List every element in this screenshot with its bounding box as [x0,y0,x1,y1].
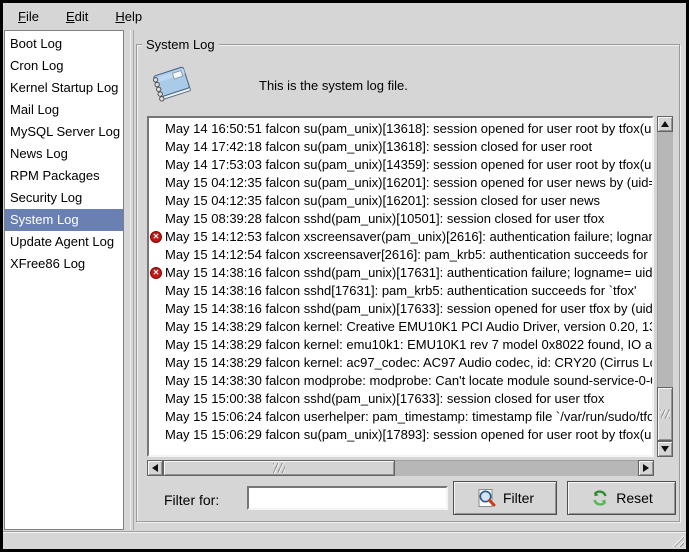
log-text: May 15 14:38:29 falcon kernel: ac97_code… [165,355,654,370]
sidebar-item-boot-log[interactable]: Boot Log [5,33,123,55]
log-row[interactable]: May 15 14:38:30 falcon modprobe: modprob… [149,372,652,390]
reset-button[interactable]: Reset [567,481,676,515]
log-viewer-window: File Edit Help Boot Log Cron Log Kernel … [0,0,689,552]
menu-help[interactable]: Help [108,6,149,27]
right-arrow-icon [643,464,649,472]
menubar: File Edit Help [3,3,686,29]
left-arrow-icon [152,464,158,472]
status-bar [3,531,686,549]
log-row[interactable]: May 15 14:12:54 falcon xscreensaver[2616… [149,246,652,264]
log-text: May 15 15:06:24 falcon userhelper: pam_t… [165,409,654,424]
log-row[interactable]: May 15 14:38:16 falcon sshd(pam_unix)[17… [149,264,652,282]
sidebar-item-kernel-startup-log[interactable]: Kernel Startup Log [5,77,123,99]
reset-button-label: Reset [616,490,653,506]
log-text: May 15 15:06:29 falcon su(pam_unix)[1789… [165,427,654,442]
filter-label: Filter for: [164,492,219,508]
up-arrow-icon [661,121,669,127]
scroll-down-button[interactable] [657,441,673,457]
log-row[interactable]: May 15 15:06:24 falcon userhelper: pam_t… [149,408,652,426]
log-row[interactable]: May 15 04:12:35 falcon su(pam_unix)[1620… [149,174,652,192]
log-row[interactable]: May 15 14:38:16 falcon sshd(pam_unix)[17… [149,300,652,318]
notebook-icon [150,62,194,108]
refresh-icon [590,488,610,508]
vertical-scrollbar[interactable] [657,116,673,457]
scroll-right-button[interactable] [638,460,654,476]
error-icon [150,231,162,243]
log-text: May 15 08:39:28 falcon sshd(pam_unix)[10… [165,211,604,226]
log-text: May 14 16:50:51 falcon su(pam_unix)[1361… [165,121,654,136]
menu-edit[interactable]: Edit [59,6,95,27]
log-category-list: Boot Log Cron Log Kernel Startup Log Mai… [4,30,124,530]
sidebar-item-system-log[interactable]: System Log [5,209,123,231]
sidebar-item-rpm-packages[interactable]: RPM Packages [5,165,123,187]
sidebar-item-security-log[interactable]: Security Log [5,187,123,209]
sidebar-item-xfree86-log[interactable]: XFree86 Log [5,253,123,275]
log-row[interactable]: May 15 14:38:16 falcon sshd[17631]: pam_… [149,282,652,300]
log-row[interactable]: May 15 15:06:29 falcon su(pam_unix)[1789… [149,426,652,444]
log-row[interactable]: May 14 17:42:18 falcon su(pam_unix)[1361… [149,138,652,156]
log-row[interactable]: May 15 08:39:28 falcon sshd(pam_unix)[10… [149,210,652,228]
log-text: May 15 15:00:38 falcon sshd(pam_unix)[17… [165,391,604,406]
down-arrow-icon [661,446,669,452]
error-icon [150,267,162,279]
horizontal-scroll-thumb[interactable] [163,460,395,476]
log-text: May 15 04:12:35 falcon su(pam_unix)[1620… [165,193,600,208]
log-text: May 15 14:12:53 falcon xscreensaver(pam_… [165,229,654,244]
system-log-frame: System Log This is the system log file. … [136,44,680,522]
log-row[interactable]: May 15 15:00:38 falcon sshd(pam_unix)[17… [149,390,652,408]
scroll-up-button[interactable] [657,116,673,132]
filter-button-label: Filter [503,490,534,506]
log-row[interactable]: May 15 14:12:53 falcon xscreensaver(pam_… [149,228,652,246]
magnifier-icon [476,488,497,509]
log-text: May 15 14:38:29 falcon kernel: emu10k1: … [165,337,654,352]
log-text: May 15 14:38:30 falcon modprobe: modprob… [165,373,654,388]
vertical-scroll-thumb[interactable] [657,387,673,441]
resize-grip[interactable] [671,534,684,547]
log-row[interactable]: May 14 17:53:03 falcon su(pam_unix)[1435… [149,156,652,174]
log-text: May 14 17:42:18 falcon su(pam_unix)[1361… [165,139,592,154]
sidebar-item-cron-log[interactable]: Cron Log [5,55,123,77]
log-row[interactable]: May 15 04:12:35 falcon su(pam_unix)[1620… [149,192,652,210]
sidebar-item-news-log[interactable]: News Log [5,143,123,165]
log-row[interactable]: May 14 16:50:51 falcon su(pam_unix)[1361… [149,120,652,138]
horizontal-scrollbar[interactable] [147,460,654,476]
log-text: May 15 14:38:16 falcon sshd(pam_unix)[17… [165,265,654,280]
sidebar-item-mail-log[interactable]: Mail Log [5,99,123,121]
log-text: May 15 14:38:29 falcon kernel: Creative … [165,319,654,334]
log-text: May 15 14:38:16 falcon sshd(pam_unix)[17… [165,301,654,316]
log-row[interactable]: May 15 14:38:29 falcon kernel: Creative … [149,318,652,336]
log-row[interactable]: May 15 14:38:29 falcon kernel: emu10k1: … [149,336,652,354]
log-row[interactable]: May 15 14:38:29 falcon kernel: ac97_code… [149,354,652,372]
log-text: May 14 17:53:03 falcon su(pam_unix)[1435… [165,157,654,172]
log-text: May 15 14:38:16 falcon sshd[17631]: pam_… [165,283,637,298]
filter-input[interactable] [247,486,448,510]
menu-file[interactable]: File [11,6,46,27]
log-description: This is the system log file. [259,78,408,93]
frame-title: System Log [142,37,219,52]
sidebar-item-mysql-server-log[interactable]: MySQL Server Log [5,121,123,143]
log-text: May 15 04:12:35 falcon su(pam_unix)[1620… [165,175,654,190]
log-list: May 14 16:50:51 falcon su(pam_unix)[1361… [147,116,654,457]
filter-button[interactable]: Filter [453,481,557,515]
scroll-left-button[interactable] [147,460,163,476]
sidebar-item-update-agent-log[interactable]: Update Agent Log [5,231,123,253]
log-text: May 15 14:12:54 falcon xscreensaver[2616… [165,247,654,262]
